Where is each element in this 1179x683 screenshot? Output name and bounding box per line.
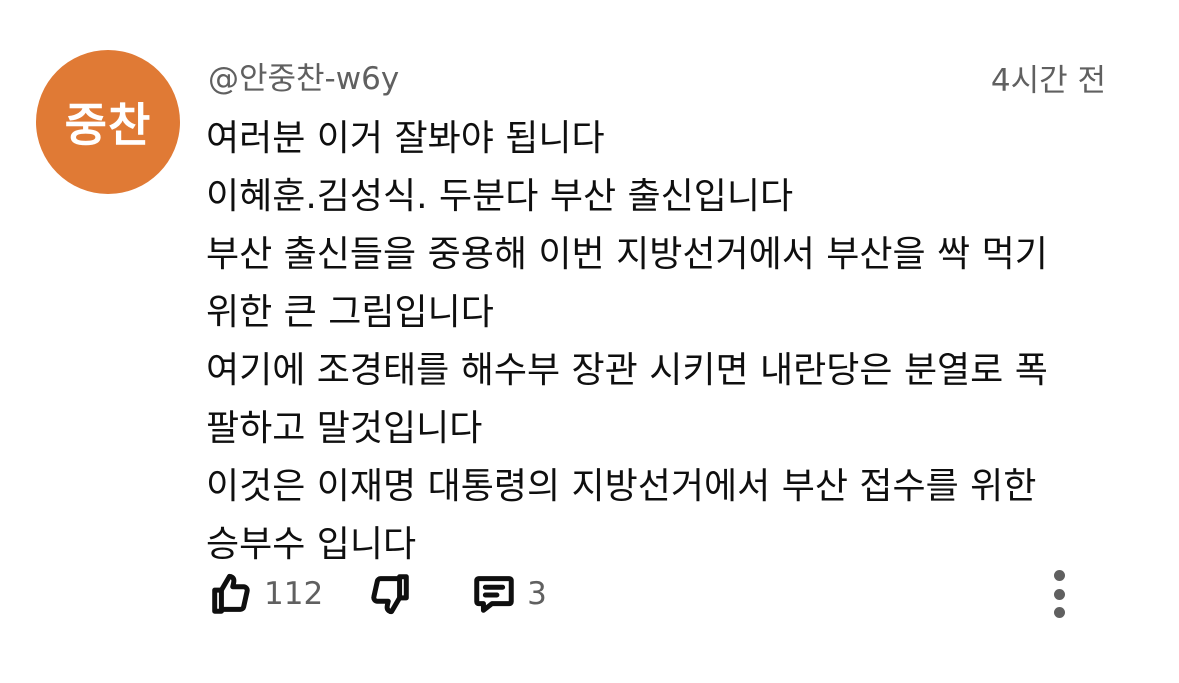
thumbs-up-icon[interactable] (208, 571, 254, 617)
comment-timestamp: 4시간 전 (990, 63, 1106, 99)
like-count: 112 (264, 576, 324, 612)
more-dot (1053, 607, 1065, 618)
reply-count: 3 (527, 576, 547, 612)
thumbs-down-icon[interactable] (367, 571, 413, 617)
comment-actions: 112 3 (208, 566, 547, 622)
comment-line: 이것은 이재명 대통령의 지방선거에서 부산 접수를 위한 (206, 466, 1037, 507)
comment-line: 이혜훈.김성식. 두분다 부산 출신입니다 (206, 176, 794, 217)
comment-card: 중찬 @안중찬-w6y 4시간 전 여러분 이거 잘봐야 됩니다 이혜훈.김성식… (0, 0, 1179, 683)
like-group: 112 (208, 571, 323, 617)
avatar[interactable]: 중찬 (36, 50, 180, 194)
comment-line: 여기에 조경태를 해수부 장관 시키면 내란당은 분열로 폭 (206, 350, 1048, 391)
avatar-initials: 중찬 (64, 98, 152, 152)
more-dot (1053, 588, 1065, 600)
comment-line: 위한 큰 그림입니다 (206, 292, 494, 333)
comment-body: 여러분 이거 잘봐야 됩니다 이혜훈.김성식. 두분다 부산 출신입니다 부산 … (206, 110, 1146, 574)
comment-line: 팔하고 말것입니다 (206, 408, 483, 449)
author-handle[interactable]: @안중찬-w6y (208, 53, 399, 98)
comment-icon[interactable] (471, 571, 517, 617)
more-vertical-icon[interactable] (1039, 566, 1079, 622)
more-dot (1053, 570, 1065, 581)
reply-group: 3 (471, 571, 547, 617)
comment-line: 부산 출신들을 중용해 이번 지방선거에서 부산을 싹 먹기 (206, 234, 1048, 275)
comment-line: 여러분 이거 잘봐야 됩니다 (206, 118, 605, 159)
